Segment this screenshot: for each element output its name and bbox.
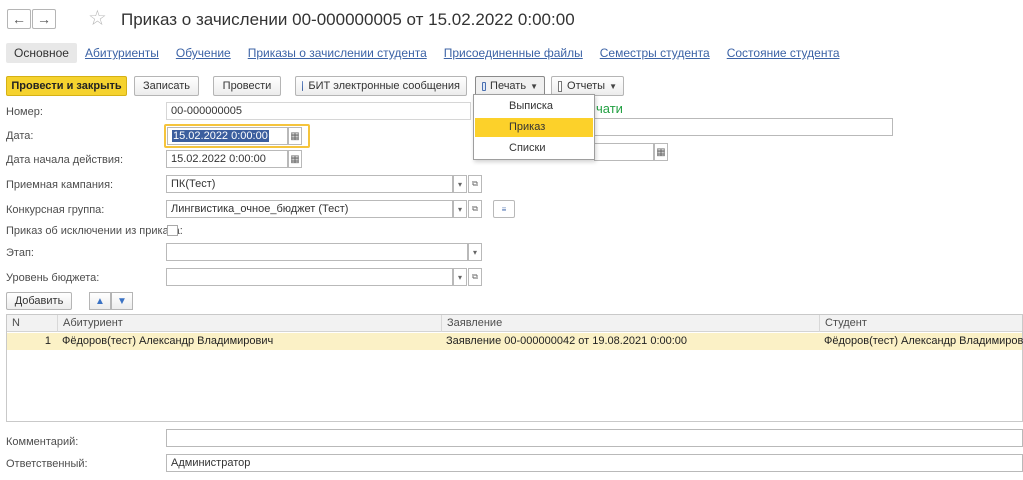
budget-label: Уровень бюджета: [6, 272, 100, 284]
menu-item-statement[interactable]: Выписка [475, 97, 593, 116]
dropdown-arrow-icon[interactable]: ▾ [453, 268, 467, 286]
post-and-close-button[interactable]: Провести и закрыть [6, 76, 127, 96]
tab-applicants[interactable]: Абитуриенты [85, 46, 159, 60]
dropdown-arrow-icon[interactable]: ▾ [453, 175, 467, 193]
back-button[interactable]: ← [7, 9, 31, 29]
reports-button[interactable]: Отчеты ▼ [551, 76, 624, 96]
add-row-button[interactable]: Добавить [6, 292, 72, 310]
open-link-icon[interactable]: ⧉ [468, 200, 482, 218]
save-button[interactable]: Записать [134, 76, 199, 96]
row-applicant: Фёдоров(тест) Александр Владимирович [62, 335, 274, 347]
tab-student-state[interactable]: Состояние студента [727, 46, 840, 60]
move-down-icon[interactable]: ▼ [111, 292, 133, 310]
comment-label: Комментарий: [6, 436, 79, 448]
stage-label: Этап: [6, 247, 34, 259]
column-header-student[interactable]: Студент [819, 315, 1023, 332]
messages-icon [302, 81, 304, 91]
calendar-icon[interactable]: ▦ [288, 150, 302, 168]
post-button[interactable]: Провести [213, 76, 281, 96]
partial-date-field-right[interactable] [594, 143, 654, 161]
applicants-table: N Абитуриент Заявление Студент 1 Фёдоров… [6, 314, 1023, 422]
partial-field-right[interactable] [594, 118, 893, 136]
print-partial-text: чати [596, 101, 623, 116]
table-header: N Абитуриент Заявление Студент [7, 315, 1022, 332]
open-link-icon[interactable]: ⧉ [468, 175, 482, 193]
calendar-icon[interactable]: ▦ [654, 143, 668, 161]
forward-arrow-icon: → [37, 11, 51, 27]
tab-student-semesters[interactable]: Семестры студента [600, 46, 710, 60]
column-header-n[interactable]: N [7, 315, 57, 332]
fill-group-icon[interactable]: ≡ [493, 200, 515, 218]
printer-icon [482, 81, 487, 91]
section-tabs: Основное Абитуриенты Обучение Приказы о … [6, 42, 857, 64]
menu-item-order[interactable]: Приказ [475, 118, 593, 137]
print-dropdown-menu: Выписка Приказ Списки [473, 94, 595, 160]
calendar-icon[interactable]: ▦ [288, 127, 302, 145]
tab-main[interactable]: Основное [6, 43, 77, 63]
budget-field[interactable] [166, 268, 453, 286]
row-application: Заявление 00-000000042 от 19.08.2021 0:0… [446, 335, 688, 347]
start-date-field[interactable]: 15.02.2022 0:00:00 [166, 150, 288, 168]
exclusion-checkbox[interactable] [167, 225, 178, 236]
date-field[interactable]: 15.02.2022 0:00:00 [167, 127, 288, 145]
favorite-star-icon[interactable]: ☆ [88, 7, 107, 31]
chevron-down-icon: ▼ [530, 81, 538, 91]
group-field[interactable]: Лингвистика_очное_бюджет (Тест) [166, 200, 453, 218]
forward-button[interactable]: → [32, 9, 56, 29]
row-student: Фёдоров(тест) Александр Владимирович [824, 335, 1023, 347]
responsible-label: Ответственный: [6, 458, 88, 470]
tab-attached-files[interactable]: Присоединенные файлы [444, 46, 583, 60]
campaign-label: Приемная кампания: [6, 179, 114, 191]
menu-item-lists[interactable]: Списки [475, 139, 593, 158]
tab-student-orders[interactable]: Приказы о зачислении студента [248, 46, 427, 60]
print-button[interactable]: Печать ▼ [475, 76, 545, 96]
comment-field[interactable] [166, 429, 1023, 447]
table-row[interactable]: 1 Фёдоров(тест) Александр Владимирович З… [7, 333, 1023, 350]
number-field[interactable]: 00-000000005 [166, 102, 471, 120]
group-label: Конкурсная группа: [6, 204, 105, 216]
bit-messages-button[interactable]: БИТ электронные сообщения [295, 76, 467, 96]
back-arrow-icon: ← [12, 11, 26, 27]
stage-field[interactable] [166, 243, 468, 261]
start-date-label: Дата начала действия: [6, 154, 124, 166]
responsible-field[interactable]: Администратор [166, 454, 1023, 472]
tab-education[interactable]: Обучение [176, 46, 231, 60]
move-up-icon[interactable]: ▲ [89, 292, 111, 310]
date-label: Дата: [6, 130, 34, 142]
column-header-applicant[interactable]: Абитуриент [57, 315, 441, 332]
column-header-application[interactable]: Заявление [441, 315, 819, 332]
chevron-down-icon: ▼ [609, 81, 617, 91]
number-label: Номер: [6, 106, 43, 118]
open-link-icon[interactable]: ⧉ [468, 268, 482, 286]
dropdown-arrow-icon[interactable]: ▾ [453, 200, 467, 218]
dropdown-arrow-icon[interactable]: ▾ [468, 243, 482, 261]
row-number: 1 [44, 335, 51, 347]
exclusion-label: Приказ об исключении из приказа: [6, 225, 183, 237]
page-title: Приказ о зачислении 00-000000005 от 15.0… [121, 10, 575, 29]
campaign-field[interactable]: ПК(Тест) [166, 175, 453, 193]
report-icon [558, 80, 563, 92]
